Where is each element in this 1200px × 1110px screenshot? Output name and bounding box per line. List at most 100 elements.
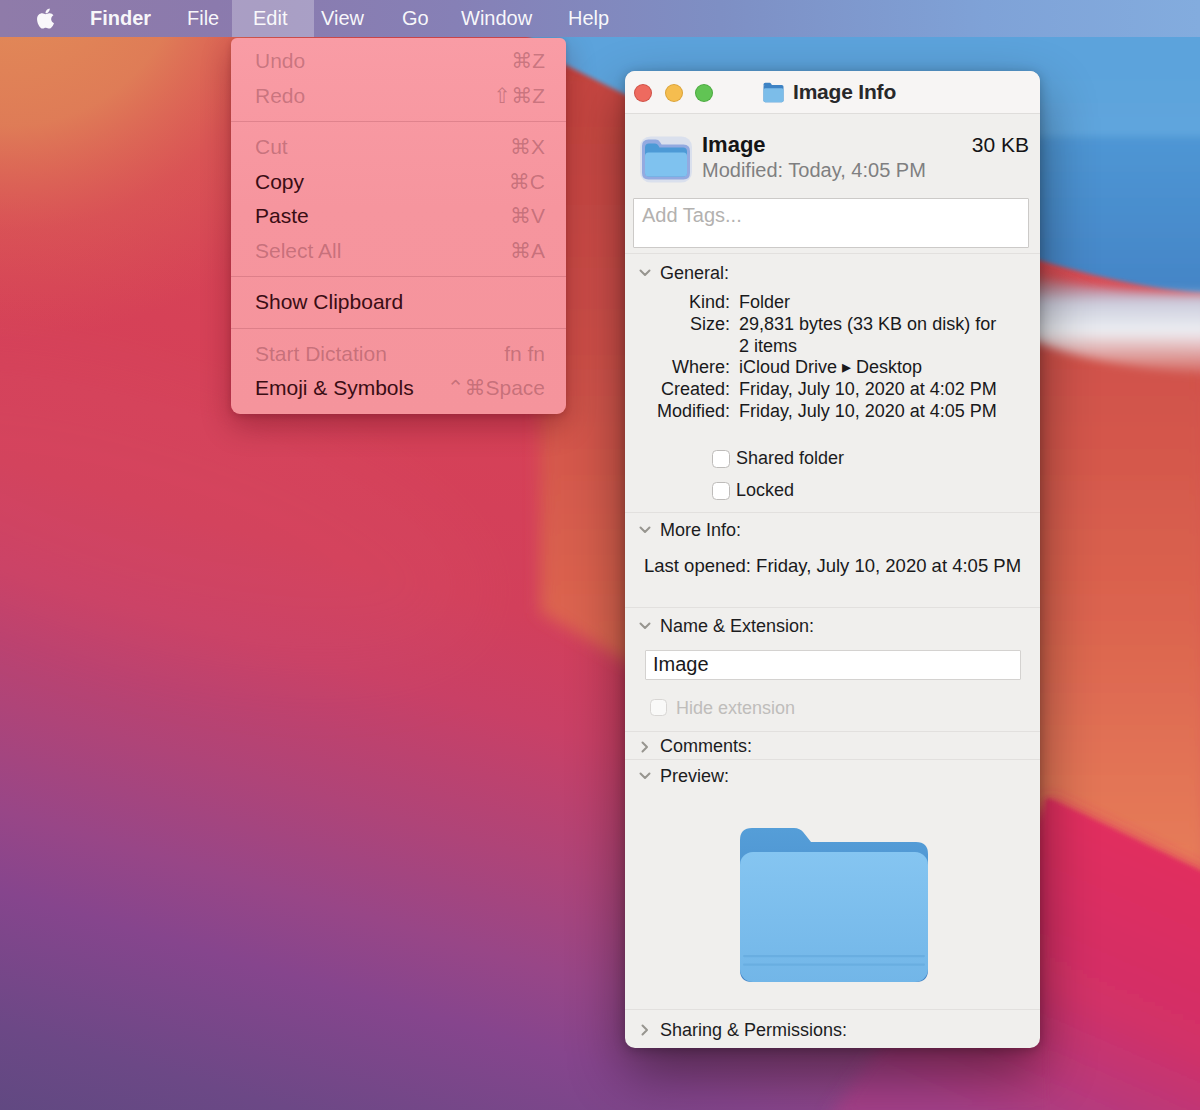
- get-info-window: Image Info Image Modified: Today, 4:05 P…: [625, 71, 1040, 1048]
- menu-item-emoji-symbols[interactable]: Emoji & Symbols ⌃⌘Space: [231, 371, 566, 406]
- chevron-right-icon[interactable]: [641, 1024, 649, 1036]
- menu-item-label: Start Dictation: [255, 342, 504, 366]
- info-row-size: Size: 29,831 bytes (33 KB on disk) for 2…: [625, 314, 1035, 358]
- menu-item-label: Select All: [255, 239, 510, 263]
- menu-separator: [231, 121, 566, 122]
- hide-extension-checkbox[interactable]: [650, 699, 667, 716]
- divider: [625, 731, 1040, 732]
- menu-item-label: Emoji & Symbols: [255, 376, 447, 400]
- section-label: Comments:: [660, 736, 752, 757]
- section-comments[interactable]: Comments:: [625, 733, 1040, 760]
- window-titlebar[interactable]: Image Info: [625, 71, 1040, 114]
- info-row-where: Where: iCloud Drive ▸ Desktop: [625, 357, 1035, 379]
- row-label: Where:: [625, 357, 730, 379]
- section-label: Name & Extension:: [660, 616, 814, 637]
- close-button[interactable]: [634, 84, 652, 102]
- menubar-item-edit[interactable]: Edit: [253, 0, 287, 37]
- menu-item-start-dictation: Start Dictation fn fn: [231, 337, 566, 372]
- row-value: 29,831 bytes (33 KB on disk) for 2 items: [739, 314, 1004, 358]
- info-row-kind: Kind: Folder: [625, 292, 1035, 314]
- section-label: Preview:: [660, 766, 729, 787]
- name-input[interactable]: [645, 650, 1021, 680]
- row-value: Friday, July 10, 2020 at 4:02 PM: [739, 379, 997, 401]
- folder-preview-icon: [738, 824, 930, 986]
- menu-separator: [231, 328, 566, 329]
- menubar-item-window[interactable]: Window: [461, 0, 532, 37]
- file-size: 30 KB: [972, 132, 1029, 157]
- locked-checkbox[interactable]: [712, 482, 730, 500]
- window-title: Image Info: [793, 80, 896, 104]
- chevron-down-icon[interactable]: [639, 269, 651, 277]
- section-sharing-permissions[interactable]: Sharing & Permissions:: [625, 1016, 1040, 1044]
- section-label: General:: [660, 263, 729, 284]
- hide-extension-label: Hide extension: [676, 698, 795, 719]
- menu-item-copy[interactable]: Copy ⌘C: [231, 165, 566, 200]
- row-value: Friday, July 10, 2020 at 4:05 PM: [739, 401, 997, 423]
- chevron-down-icon[interactable]: [639, 622, 651, 630]
- edit-menu: Undo ⌘Z Redo ⇧⌘Z Cut ⌘X Copy ⌘C Paste ⌘V…: [231, 38, 566, 414]
- row-value: Folder: [739, 292, 790, 314]
- tags-input[interactable]: Add Tags...: [633, 198, 1029, 248]
- menu-item-show-clipboard[interactable]: Show Clipboard: [231, 285, 566, 320]
- divider: [625, 607, 1040, 608]
- menu-item-label: Copy: [255, 170, 509, 194]
- menu-item-shortcut: fn fn: [504, 342, 545, 366]
- last-opened: Last opened: Friday, July 10, 2020 at 4:…: [644, 555, 1021, 577]
- menu-item-cut: Cut ⌘X: [231, 130, 566, 165]
- divider: [625, 512, 1040, 513]
- section-name-extension[interactable]: Name & Extension:: [625, 612, 1040, 640]
- divider: [625, 1009, 1040, 1010]
- menu-item-shortcut: ⌃⌘Space: [447, 376, 545, 400]
- menubar-item-finder[interactable]: Finder: [90, 0, 151, 37]
- info-row-modified: Modified: Friday, July 10, 2020 at 4:05 …: [625, 401, 1035, 423]
- menu-item-shortcut: ⌘C: [509, 170, 545, 194]
- menu-item-shortcut: ⌘X: [510, 135, 545, 159]
- menu-item-label: Undo: [255, 49, 511, 73]
- menubar-item-view[interactable]: View: [321, 0, 364, 37]
- menu-item-undo: Undo ⌘Z: [231, 44, 566, 79]
- menu-item-shortcut: ⌘A: [510, 239, 545, 263]
- desktop: Finder File Edit View Go Window Help Und…: [0, 0, 1200, 1110]
- row-label: Created:: [625, 379, 730, 401]
- chevron-right-icon[interactable]: [641, 741, 649, 753]
- minimize-button[interactable]: [665, 84, 683, 102]
- section-general[interactable]: General:: [625, 259, 1040, 287]
- tags-placeholder: Add Tags...: [642, 204, 742, 227]
- chevron-down-icon[interactable]: [639, 772, 651, 780]
- zoom-button[interactable]: [695, 84, 713, 102]
- row-label: Kind:: [625, 292, 730, 314]
- section-preview[interactable]: Preview:: [625, 762, 1040, 790]
- row-label: Size:: [625, 314, 730, 358]
- apple-icon[interactable]: [36, 7, 55, 30]
- menu-item-shortcut: ⇧⌘Z: [494, 84, 545, 108]
- shared-folder-checkbox[interactable]: [712, 450, 730, 468]
- chevron-down-icon[interactable]: [639, 526, 651, 534]
- divider: [625, 253, 1040, 254]
- menu-bar: Finder File Edit View Go Window Help: [0, 0, 1200, 37]
- menu-separator: [231, 276, 566, 277]
- section-label: Sharing & Permissions:: [660, 1020, 847, 1041]
- menu-item-label: Paste: [255, 204, 510, 228]
- file-name: Image: [702, 132, 926, 157]
- menubar-item-help[interactable]: Help: [568, 0, 609, 37]
- menubar-item-file[interactable]: File: [187, 0, 219, 37]
- menubar-item-go[interactable]: Go: [402, 0, 429, 37]
- shared-folder-label: Shared folder: [736, 448, 844, 469]
- menu-item-label: Redo: [255, 84, 494, 108]
- row-label: Modified:: [625, 401, 730, 423]
- menu-item-label: Show Clipboard: [255, 290, 545, 314]
- folder-icon-large: [639, 132, 693, 184]
- locked-label: Locked: [736, 480, 794, 501]
- folder-icon: [762, 82, 785, 103]
- info-row-created: Created: Friday, July 10, 2020 at 4:02 P…: [625, 379, 1035, 401]
- divider: [625, 759, 1040, 760]
- menu-item-label: Cut: [255, 135, 510, 159]
- menu-item-shortcut: ⌘V: [510, 204, 545, 228]
- section-label: More Info:: [660, 520, 741, 541]
- menu-item-redo: Redo ⇧⌘Z: [231, 79, 566, 114]
- section-more-info[interactable]: More Info:: [625, 516, 1040, 544]
- menu-item-shortcut: ⌘Z: [511, 49, 545, 73]
- menu-item-paste[interactable]: Paste ⌘V: [231, 199, 566, 234]
- file-modified: Modified: Today, 4:05 PM: [702, 157, 926, 183]
- general-rows: Kind: Folder Size: 29,831 bytes (33 KB o…: [625, 292, 1035, 423]
